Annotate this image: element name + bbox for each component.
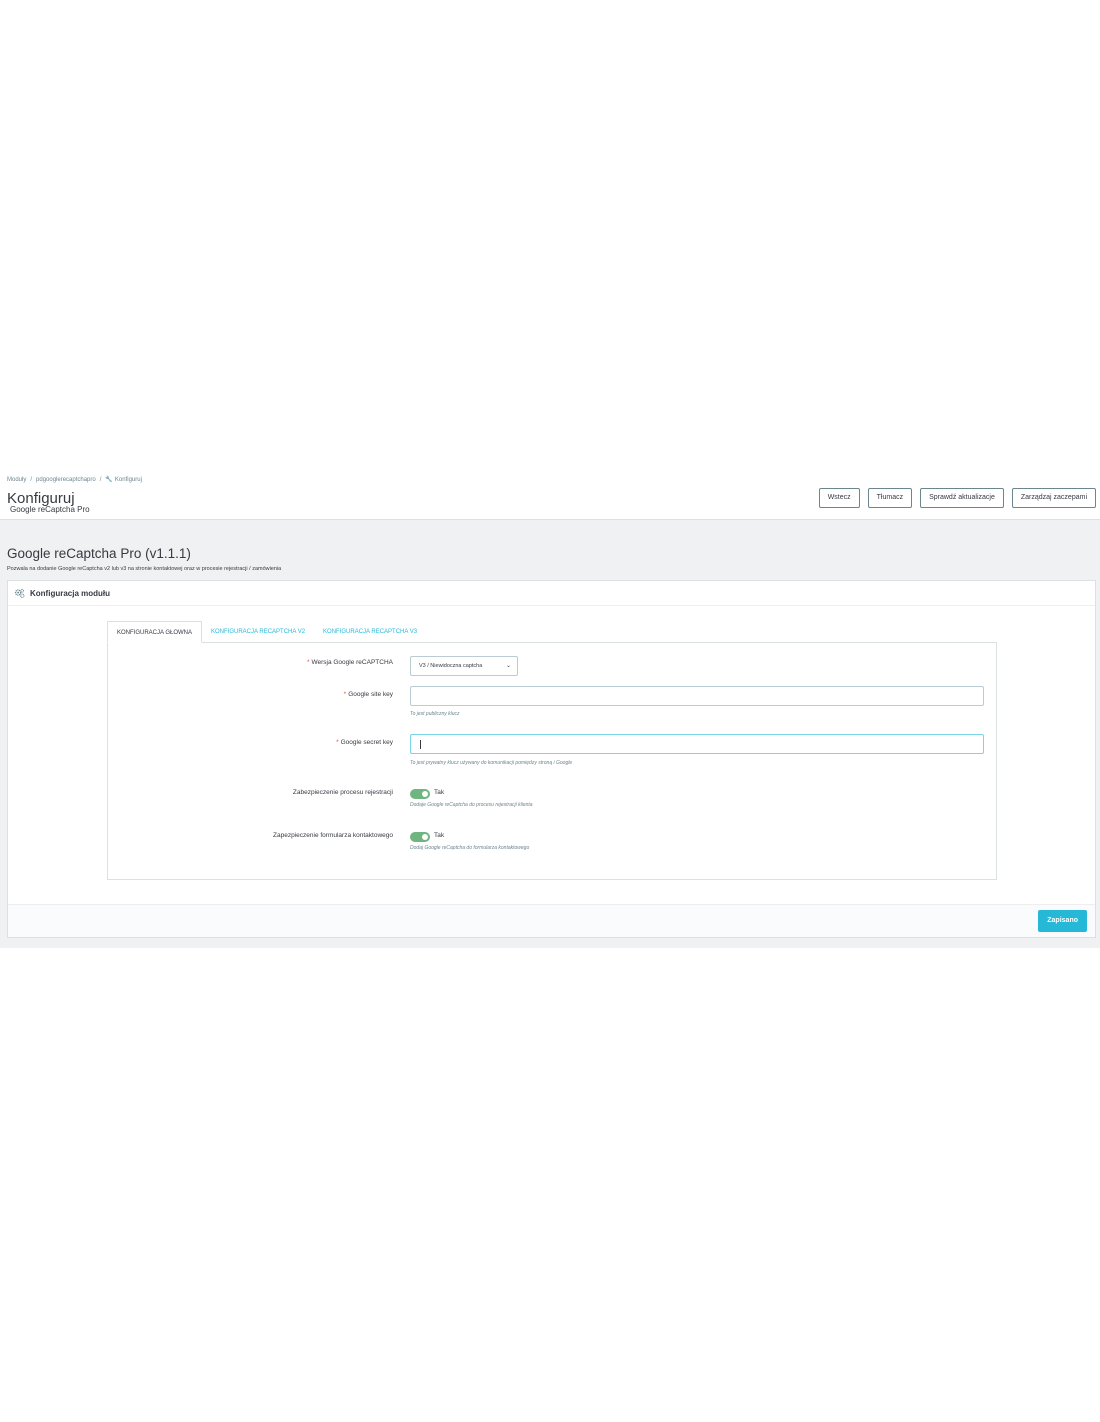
site-key-input[interactable] — [410, 686, 984, 706]
registration-toggle[interactable] — [410, 789, 430, 799]
version-label-text: Wersja Google reCAPTCHA — [311, 659, 393, 666]
breadcrumb-separator: / — [30, 477, 33, 483]
text-caret — [420, 740, 421, 749]
version-select-value: V3 / Niewidoczna captcha — [419, 663, 483, 669]
registration-help: Dodaje Google reCaptcha do procesu rejes… — [410, 802, 533, 808]
version-select[interactable]: V3 / Niewidoczna captcha ⌄ — [410, 656, 518, 676]
contact-help: Dodaj Google reCaptcha do formularza kon… — [410, 845, 530, 851]
tab-main-config[interactable]: KONFIGURACJA GŁOWNA — [107, 621, 203, 643]
tab-recaptcha-v3[interactable]: KONFIGURACJA RECAPTCHA V3 — [314, 621, 426, 643]
check-updates-button[interactable]: Sprawdź aktualizacje — [920, 488, 1004, 508]
site-key-label-text: Google site key — [348, 691, 393, 698]
gears-icon — [14, 588, 25, 598]
registration-toggle-state: Tak — [434, 789, 445, 796]
panel-heading: Konfiguracja modułu — [8, 581, 1095, 606]
chevron-down-icon: ⌄ — [505, 663, 511, 669]
save-button[interactable]: Zapisano — [1038, 910, 1087, 932]
breadcrumb: Moduły / pdgooglerecaptchapro / 🔧 Konfiguruj — [7, 476, 142, 483]
contact-label: Zapezpieczenie formularza kontaktowego — [273, 832, 393, 839]
breadcrumb-separator: / — [99, 477, 102, 483]
manage-hooks-button[interactable]: Zarządzaj zaczepami — [1011, 488, 1096, 508]
tab-list: KONFIGURACJA GŁOWNA KONFIGURACJA RECAPTC… — [107, 621, 426, 643]
page-subtitle: Google reCaptcha Pro — [10, 505, 90, 514]
toolbar: Wstecz Tłumacz Sprawdź aktualizacje Zarz… — [818, 488, 1096, 508]
site-key-label: * Google site key — [344, 691, 393, 698]
required-marker: * — [343, 691, 347, 698]
panel-title: Konfiguracja modułu — [30, 588, 110, 598]
module-description: Pozwala na dodanie Google reCaptcha v2 l… — [7, 566, 282, 572]
contact-toggle[interactable] — [410, 832, 430, 842]
breadcrumb-item-configure: Konfiguruj — [114, 477, 142, 483]
breadcrumb-item-modules[interactable]: Moduły — [7, 477, 26, 483]
tab-recaptcha-v2[interactable]: KONFIGURACJA RECAPTCHA V2 — [202, 621, 314, 643]
required-marker: * — [306, 659, 310, 666]
config-panel: Konfiguracja modułu KONFIGURACJA GŁOWNA … — [7, 580, 1096, 938]
module-title: Google reCaptcha Pro (v1.1.1) — [7, 546, 191, 561]
tab-content: * Wersja Google reCAPTCHA V3 / Niewidoczn… — [107, 642, 997, 880]
secret-key-input[interactable] — [410, 734, 984, 754]
required-marker: * — [336, 739, 339, 746]
secret-key-help: To jest prywatny klucz używany do komuni… — [410, 760, 573, 766]
version-label: * Wersja Google reCAPTCHA — [307, 659, 393, 666]
site-key-help: To jest publiczny klucz — [410, 711, 460, 717]
panel-footer: Zapisano — [8, 904, 1095, 937]
admin-page: Moduły / pdgooglerecaptchapro / 🔧 Konfiguruj … — [0, 469, 1100, 948]
translate-button[interactable]: Tłumacz — [867, 488, 913, 508]
secret-key-label: * Google secret key — [336, 739, 393, 746]
wrench-icon: 🔧 — [105, 477, 113, 483]
secret-key-label-text: Google secret key — [340, 739, 393, 746]
back-button[interactable]: Wstecz — [818, 488, 860, 508]
breadcrumb-item-module[interactable]: pdgooglerecaptchapro — [36, 477, 96, 483]
contact-toggle-state: Tak — [434, 832, 445, 839]
registration-label: Zabezpieczenie procesu rejestracji — [292, 789, 393, 796]
page-header: Moduły / pdgooglerecaptchapro / 🔧 Konfiguruj … — [0, 469, 1100, 520]
